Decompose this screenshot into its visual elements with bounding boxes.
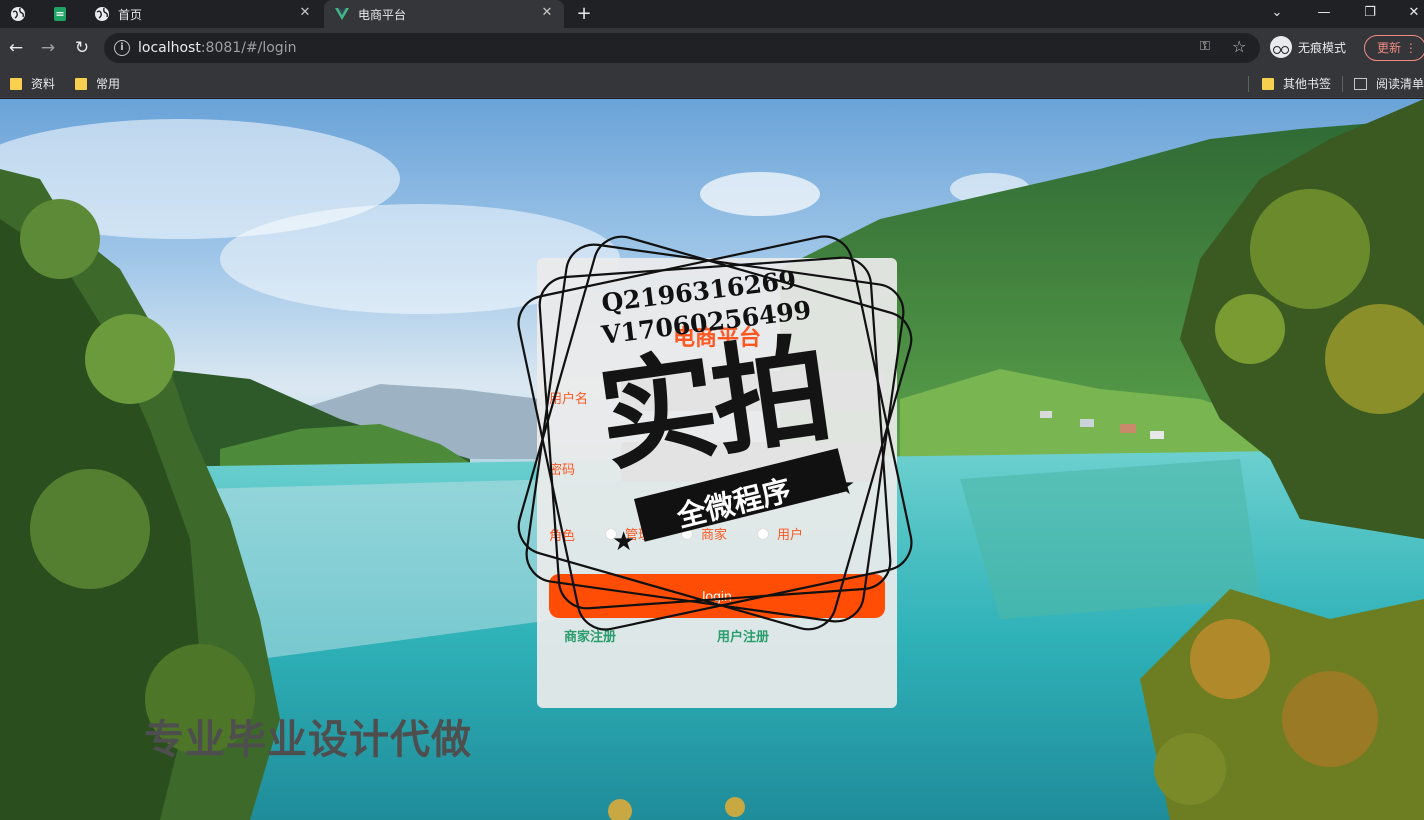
user-register-link[interactable]: 用户注册 — [717, 626, 769, 645]
bookmarks-bar: 资料 常用 其他书签 阅读清单 — [0, 68, 1424, 98]
tab-search-icon[interactable]: ⌄ — [1267, 4, 1287, 22]
vue-icon — [334, 6, 350, 22]
username-label: 用户名 — [549, 392, 589, 407]
folder-icon — [10, 77, 22, 90]
folder-icon — [1262, 77, 1274, 90]
restore-icon[interactable]: ❐ — [1360, 4, 1380, 22]
address-bar[interactable]: i localhost:8081/#/login ⚿ ☆ — [104, 33, 1260, 63]
sheets-icon — [52, 6, 68, 22]
address-url: localhost:8081/#/login — [138, 40, 297, 56]
star-icon[interactable]: ☆ — [1232, 37, 1246, 56]
new-tab-button[interactable]: + — [574, 4, 594, 24]
site-info-icon[interactable]: i — [114, 40, 130, 56]
window-close-icon[interactable]: ✕ — [1404, 4, 1424, 22]
tab-strip: 首页 ✕ 电商平台 ✕ + ⌄ — ❐ ✕ — [0, 0, 1424, 28]
tab-pinned-sheets[interactable] — [52, 0, 82, 28]
forward-icon[interactable]: → — [38, 38, 58, 58]
reading-list-icon — [1354, 77, 1367, 90]
bookmark-folder[interactable]: 常用 — [75, 75, 120, 92]
star-icon: ★ — [612, 527, 636, 557]
star-icon: ★ — [832, 471, 856, 501]
tab-pinned-globe[interactable] — [10, 0, 42, 28]
reload-icon[interactable]: ↻ — [72, 38, 92, 58]
browser-toolbar: ← → ↻ i localhost:8081/#/login ⚿ ☆ 无痕模式 … — [0, 28, 1424, 68]
globe-icon — [10, 6, 26, 22]
watermark-big-text: 实拍 — [590, 319, 836, 488]
tab-shop[interactable]: 电商平台 ✕ — [324, 0, 564, 28]
key-icon[interactable]: ⚿ — [1200, 39, 1210, 54]
close-icon[interactable]: ✕ — [298, 6, 312, 20]
tab-shop-label: 电商平台 — [358, 7, 407, 22]
reading-list[interactable]: 阅读清单 — [1354, 75, 1424, 92]
login-button[interactable]: login — [549, 574, 885, 618]
minimize-icon[interactable]: — — [1314, 4, 1334, 22]
incognito-label: 无痕模式 — [1298, 40, 1347, 55]
tab-home-label: 首页 — [118, 7, 143, 22]
globe-icon — [94, 6, 110, 22]
back-icon[interactable]: ← — [6, 38, 26, 58]
tab-home[interactable]: 首页 ✕ — [86, 0, 322, 28]
overlay-caption: 专业毕业设计代做 — [144, 717, 472, 763]
bookmark-folder[interactable]: 资料 — [10, 75, 55, 92]
merchant-register-link[interactable]: 商家注册 — [564, 626, 616, 645]
update-button[interactable]: 更新 ⋮ — [1364, 35, 1424, 61]
incognito-indicator[interactable]: 无痕模式 — [1270, 36, 1346, 58]
role-radio-user[interactable] — [757, 527, 770, 540]
bookmark-separator — [1342, 76, 1343, 92]
incognito-icon — [1270, 36, 1292, 58]
bookmark-other[interactable]: 其他书签 — [1262, 75, 1331, 92]
login-page: 电商平台 用户名 密码 角色 管理 商家 用户 login 商家注册 用户注册 … — [0, 99, 1424, 820]
close-icon[interactable]: ✕ — [540, 6, 554, 20]
bookmark-separator — [1248, 76, 1249, 92]
folder-icon — [75, 77, 87, 90]
role-label: 角色 — [549, 529, 576, 544]
role-option-label: 用户 — [777, 528, 804, 543]
password-label: 密码 — [549, 463, 576, 478]
